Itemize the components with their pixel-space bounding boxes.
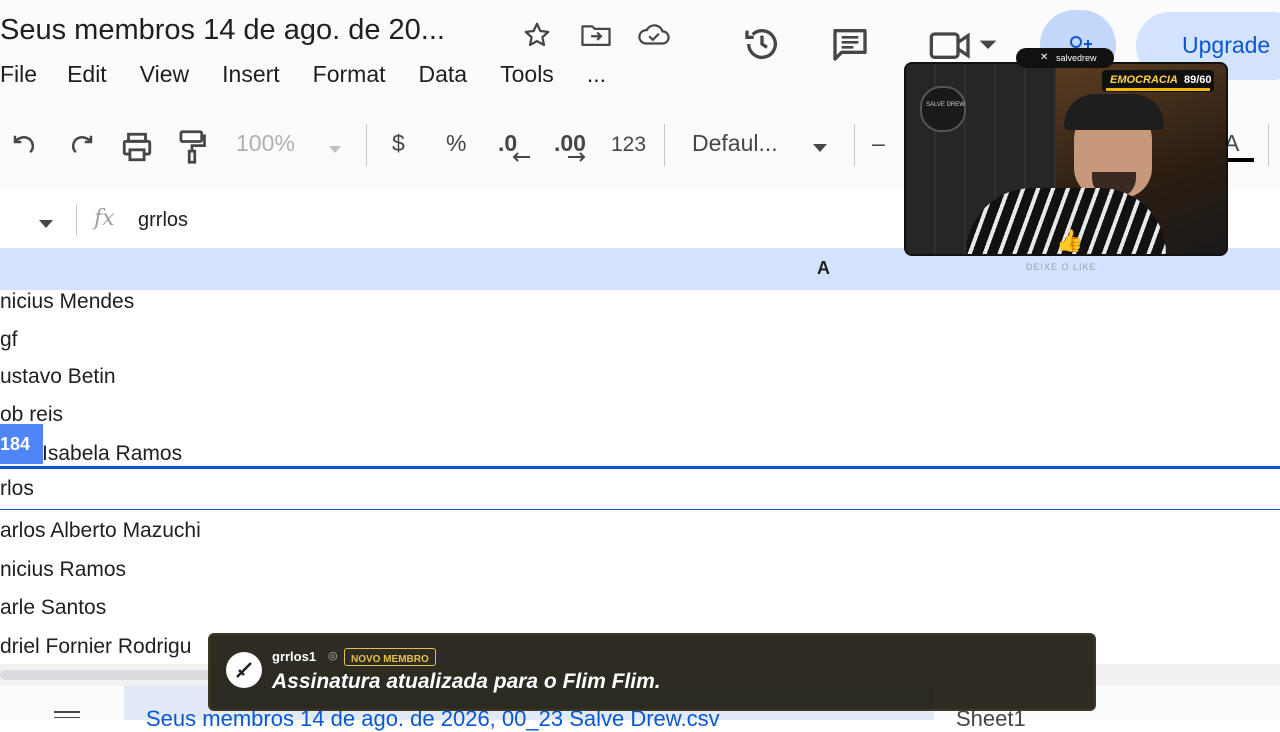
toolbar-divider xyxy=(366,124,367,166)
menu-bar: File Edit View Insert Format Data Tools … xyxy=(0,58,639,90)
move-to-folder-icon[interactable] xyxy=(580,20,611,50)
zoom-dropdown-icon[interactable] xyxy=(328,142,342,160)
menu-file[interactable]: File xyxy=(0,61,37,88)
formula-input[interactable]: grrlos xyxy=(138,209,188,232)
table-row[interactable]: Isabela Ramos xyxy=(0,432,1280,467)
all-sheets-icon[interactable] xyxy=(54,698,80,723)
member-notification: grrlos1 ◎ NOVO MEMBRO Assinatura atualiz… xyxy=(208,633,1096,711)
notification-avatar xyxy=(226,652,262,688)
channel-handle: salvedrew xyxy=(1056,53,1097,63)
redo-icon[interactable] xyxy=(66,132,96,167)
table-row[interactable]: nicius Ramos xyxy=(0,548,1280,587)
cell-a[interactable]: arlos Alberto Mazuchi xyxy=(0,519,201,543)
decrease-font-size-button[interactable]: – xyxy=(872,130,885,157)
upgrade-label: Upgrade xyxy=(1182,32,1271,58)
like-caption: DEIXE O LIKE xyxy=(1026,262,1097,272)
meter-label: EMOCRACIA xyxy=(1110,74,1178,86)
meter-fill xyxy=(1106,88,1210,91)
undo-icon[interactable] xyxy=(10,132,40,167)
cell-a[interactable]: arle Santos xyxy=(0,596,106,620)
verified-icon: ◎ xyxy=(328,650,338,662)
comments-icon[interactable] xyxy=(830,24,870,69)
print-icon[interactable] xyxy=(120,130,154,169)
row-number-label: 184 xyxy=(0,434,31,454)
table-row[interactable]: ustavo Betin xyxy=(0,356,1280,395)
cell-a[interactable]: nicius Ramos xyxy=(0,558,126,582)
table-row[interactable]: arlos Alberto Mazuchi xyxy=(0,510,1280,549)
currency-format-button[interactable]: $ xyxy=(392,130,405,157)
version-history-icon[interactable] xyxy=(742,24,782,69)
channel-logo: SALVE DREW xyxy=(920,86,966,132)
arrow-right-icon xyxy=(566,150,588,169)
cell-a[interactable]: driel Fornier Rodrigu xyxy=(0,635,191,659)
paint-format-icon[interactable] xyxy=(176,129,208,170)
cell-a[interactable]: ustavo Betin xyxy=(0,365,116,389)
menu-more[interactable]: ... xyxy=(587,61,606,88)
menu-insert[interactable]: Insert xyxy=(222,61,280,88)
toolbar-divider xyxy=(1268,124,1269,166)
arrow-left-icon xyxy=(510,150,532,169)
channel-logo-text: SALVE DREW xyxy=(926,102,965,108)
menu-view[interactable]: View xyxy=(140,61,189,88)
selected-row[interactable]: rlos xyxy=(0,466,1280,512)
formula-divider xyxy=(76,204,77,236)
menu-tools[interactable]: Tools xyxy=(500,61,554,88)
cell-a[interactable]: gf xyxy=(0,328,18,352)
emotion-meter: EMOCRACIA 89/60 xyxy=(1102,70,1214,92)
percent-format-button[interactable]: % xyxy=(446,130,466,157)
toolbar-divider xyxy=(854,124,855,166)
star-icon[interactable] xyxy=(522,20,552,50)
cell-a[interactable]: Isabela Ramos xyxy=(42,442,182,466)
column-a-label: A xyxy=(817,258,830,278)
document-title[interactable]: Seus membros 14 de ago. de 20... xyxy=(0,14,445,47)
table-row[interactable]: arle Santos xyxy=(0,586,1280,625)
notification-message: Assinatura atualizada para o Flim Flim. xyxy=(272,670,661,693)
font-select[interactable]: Defaul... xyxy=(692,130,778,157)
channel-tag: ✕ salvedrew xyxy=(1016,48,1114,68)
thumbs-up-icon: 👍 xyxy=(1056,228,1084,253)
row-number-tooltip: 184 xyxy=(0,424,43,464)
new-member-badge: NOVO MEMBRO xyxy=(344,648,436,666)
menu-data[interactable]: Data xyxy=(419,61,468,88)
meter-value: 89/60 xyxy=(1184,74,1212,86)
table-row[interactable]: gf xyxy=(0,318,1280,357)
table-row[interactable]: ob reis xyxy=(0,394,1280,433)
x-icon: ✕ xyxy=(1040,52,1049,63)
name-box-dropdown-icon[interactable] xyxy=(38,216,54,234)
font-dropdown-icon[interactable] xyxy=(812,140,828,158)
webcam-overlay: SALVE DREW EMOCRACIA 89/60 👍 xyxy=(904,62,1228,256)
streamer-cap xyxy=(1064,94,1164,130)
cell-a-selected[interactable]: rlos xyxy=(0,477,34,501)
cell-a[interactable]: nicius Mendes xyxy=(0,290,134,314)
menu-format[interactable]: Format xyxy=(313,61,386,88)
cloud-saved-icon[interactable] xyxy=(637,20,670,50)
notification-username: grrlos1 xyxy=(272,649,317,664)
more-formats-button[interactable]: 123 xyxy=(611,133,646,157)
fx-icon: fx xyxy=(94,206,115,231)
toolbar-divider xyxy=(664,124,665,166)
menu-edit[interactable]: Edit xyxy=(67,61,107,88)
badge-label: NOVO MEMBRO xyxy=(351,654,429,665)
zoom-select[interactable]: 100% xyxy=(236,130,295,157)
